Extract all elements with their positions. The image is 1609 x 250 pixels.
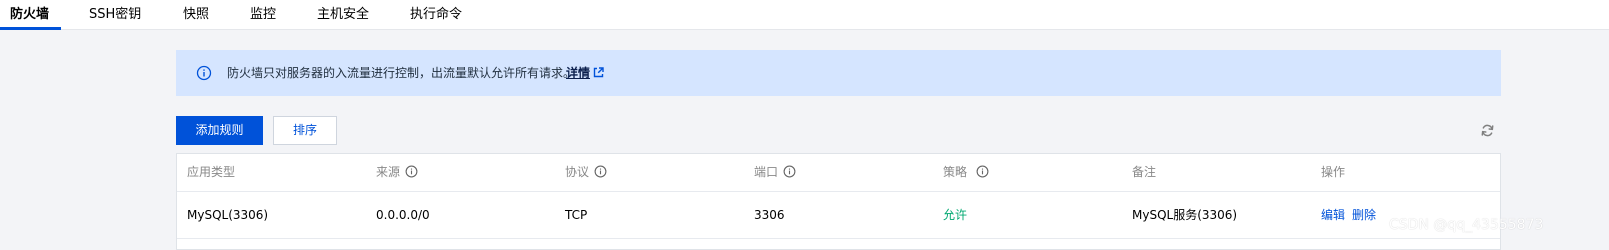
column-header-actions: 操作	[1321, 165, 1346, 179]
cell-port: 3306	[754, 208, 785, 222]
watermark: CSDN @qq_43555873	[1389, 217, 1544, 233]
notice-text: 防火墙只对服务器的入流量进行控制，出流量默认允许所有请求。	[227, 66, 576, 80]
cell-app-type: MySQL(3306)	[187, 208, 269, 222]
column-header-app-type: 应用类型	[187, 165, 236, 179]
tab-firewall[interactable]: 防火墙	[10, 0, 49, 30]
column-header-policy: 策略	[943, 154, 989, 191]
table-header: 应用类型 来源 协议 端口 策略 备注 操作	[177, 154, 1500, 192]
tab-snapshots[interactable]: 快照	[183, 0, 209, 30]
info-icon[interactable]	[783, 165, 796, 178]
cell-note: MySQL服务(3306)	[1132, 208, 1238, 222]
active-tab-indicator	[0, 27, 61, 30]
edit-link[interactable]: 编辑	[1321, 192, 1345, 238]
details-link[interactable]: 详情	[566, 50, 590, 96]
cell-policy: 允许	[943, 208, 968, 222]
delete-link[interactable]: 删除	[1352, 192, 1376, 238]
tab-run-command[interactable]: 执行命令	[410, 0, 462, 30]
sort-button[interactable]: 排序	[273, 116, 337, 145]
table-row: MySQL(3306) 0.0.0.0/0 TCP 3306 允许 MySQL服…	[177, 192, 1500, 239]
info-icon[interactable]	[594, 165, 607, 178]
tab-ssh-keys[interactable]: SSH密钥	[89, 0, 141, 30]
info-circle-icon	[196, 65, 212, 81]
add-rule-button[interactable]: 添加规则	[176, 116, 263, 145]
column-header-note: 备注	[1132, 165, 1157, 179]
external-link-icon[interactable]	[593, 67, 604, 78]
cell-protocol: TCP	[565, 208, 588, 222]
info-icon[interactable]	[976, 165, 989, 178]
tab-bar: 防火墙 SSH密钥 快照 监控 主机安全 执行命令	[0, 0, 1609, 30]
column-header-port: 端口	[754, 154, 796, 191]
column-header-source: 来源	[376, 154, 418, 191]
firewall-rules-table: 应用类型 来源 协议 端口 策略 备注 操作 MySQL(3306) 0.0.0…	[176, 153, 1501, 250]
info-icon[interactable]	[405, 165, 418, 178]
tab-host-security[interactable]: 主机安全	[317, 0, 369, 30]
firewall-notice: 防火墙只对服务器的入流量进行控制，出流量默认允许所有请求。 详情	[176, 50, 1501, 96]
tab-monitoring[interactable]: 监控	[250, 0, 276, 30]
cell-source: 0.0.0.0/0	[376, 208, 430, 222]
column-header-protocol: 协议	[565, 154, 607, 191]
refresh-icon[interactable]	[1480, 123, 1495, 138]
